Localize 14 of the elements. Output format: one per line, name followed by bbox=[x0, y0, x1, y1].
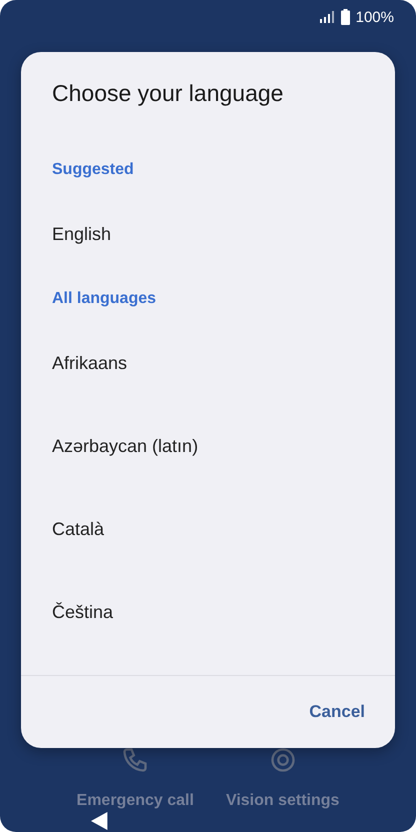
language-item[interactable]: Azərbaycan (latın) bbox=[21, 405, 395, 488]
section-heading: Suggested bbox=[52, 160, 135, 180]
back-icon[interactable] bbox=[91, 812, 109, 830]
language-item[interactable]: Català bbox=[21, 488, 395, 571]
language-item[interactable]: English bbox=[21, 193, 395, 276]
signal-icon bbox=[320, 11, 335, 23]
battery-percentage: 100% bbox=[356, 8, 394, 26]
battery-icon bbox=[340, 9, 350, 25]
cancel-button[interactable]: Cancel bbox=[297, 696, 377, 728]
language-item[interactable]: Čeština bbox=[21, 571, 395, 654]
language-item[interactable]: Afrikaans bbox=[21, 322, 395, 405]
phone-icon bbox=[121, 746, 150, 774]
dialog-title: Choose your language bbox=[52, 80, 284, 108]
section-heading: All languages bbox=[52, 289, 158, 309]
